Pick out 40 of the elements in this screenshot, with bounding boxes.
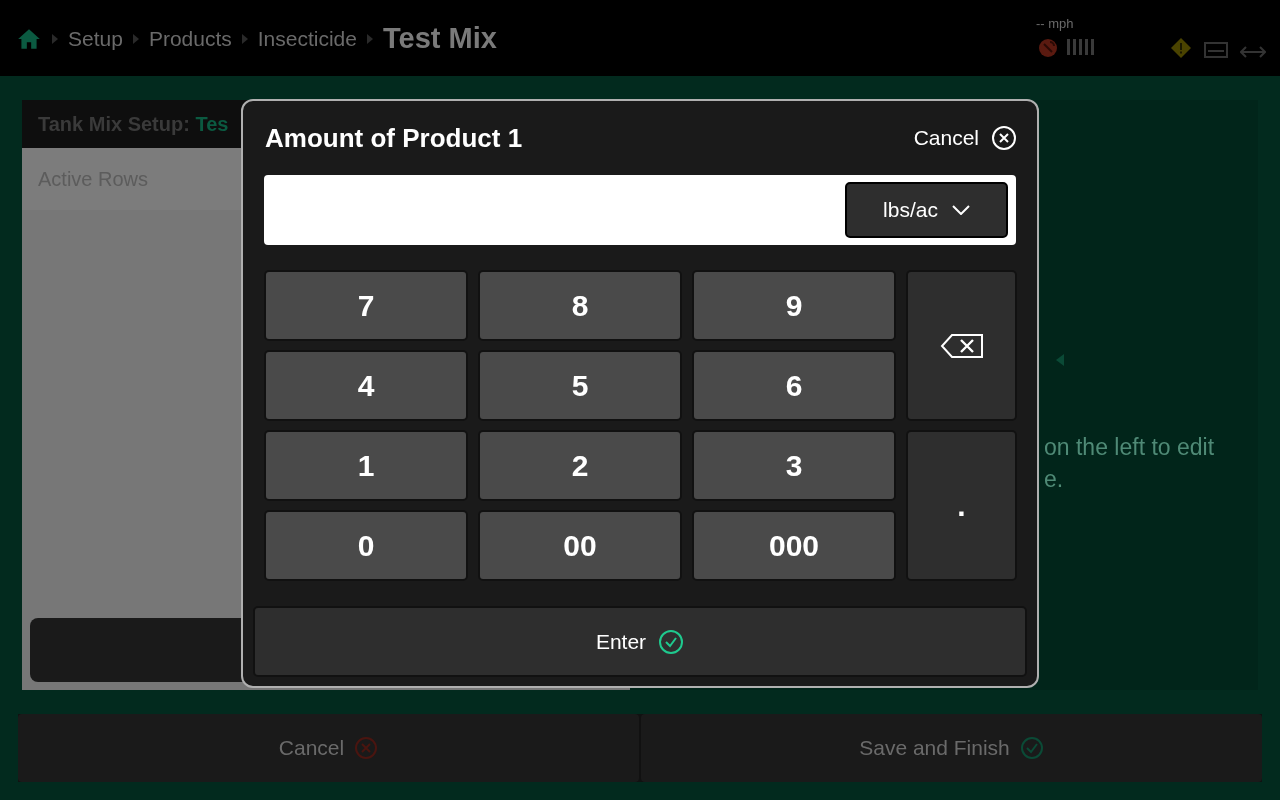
triangle-icon	[1056, 354, 1064, 366]
digit-key[interactable]: 0	[264, 510, 468, 581]
unit-dropdown[interactable]: lbs/ac	[845, 182, 1008, 238]
chevron-down-icon	[951, 205, 970, 215]
digit-key[interactable]: 1	[264, 430, 468, 501]
digit-key[interactable]: 6	[692, 350, 896, 421]
chevron-icon	[241, 33, 248, 44]
amount-field[interactable]: lbs/ac	[264, 175, 1016, 245]
page-title: Test Mix	[383, 22, 497, 55]
backspace-key[interactable]	[906, 270, 1017, 421]
digit-key[interactable]: 2	[478, 430, 682, 501]
digit-key[interactable]: 5	[478, 350, 682, 421]
digit-key[interactable]: 7	[264, 270, 468, 341]
chevron-icon	[367, 33, 373, 44]
digit-key[interactable]: 8	[478, 270, 682, 341]
close-icon	[354, 736, 379, 760]
check-icon	[1019, 736, 1044, 760]
signal-bars-icon	[1066, 38, 1096, 56]
enter-button[interactable]: Enter	[253, 606, 1027, 677]
digit-key[interactable]: 3	[692, 430, 896, 501]
backspace-icon	[939, 332, 984, 359]
digit-key[interactable]: 000	[692, 510, 896, 581]
double-arrow-icon[interactable]	[1240, 45, 1266, 59]
breadcrumb-link[interactable]: Setup	[68, 26, 123, 51]
digit-key[interactable]: 00	[478, 510, 682, 581]
digit-key[interactable]: 9	[692, 270, 896, 341]
hint-text: e.	[1044, 466, 1064, 493]
warning-icon[interactable]	[1170, 37, 1192, 59]
breadcrumb-link[interactable]: Insecticide	[257, 26, 357, 51]
hint-text: on the left to edit	[1044, 434, 1215, 461]
close-icon	[991, 125, 1017, 151]
speed-readout: -- mph	[1036, 16, 1074, 31]
chevron-icon	[132, 33, 139, 44]
breadcrumb-link[interactable]: Products	[148, 26, 232, 51]
chevron-icon	[52, 33, 58, 44]
digit-key[interactable]: 4	[264, 350, 468, 421]
dialog-title: Amount of Product 1	[265, 122, 523, 154]
decimal-key[interactable]: .	[906, 430, 1017, 581]
cancel-button[interactable]: Cancel	[913, 125, 1017, 151]
check-icon	[658, 628, 685, 655]
